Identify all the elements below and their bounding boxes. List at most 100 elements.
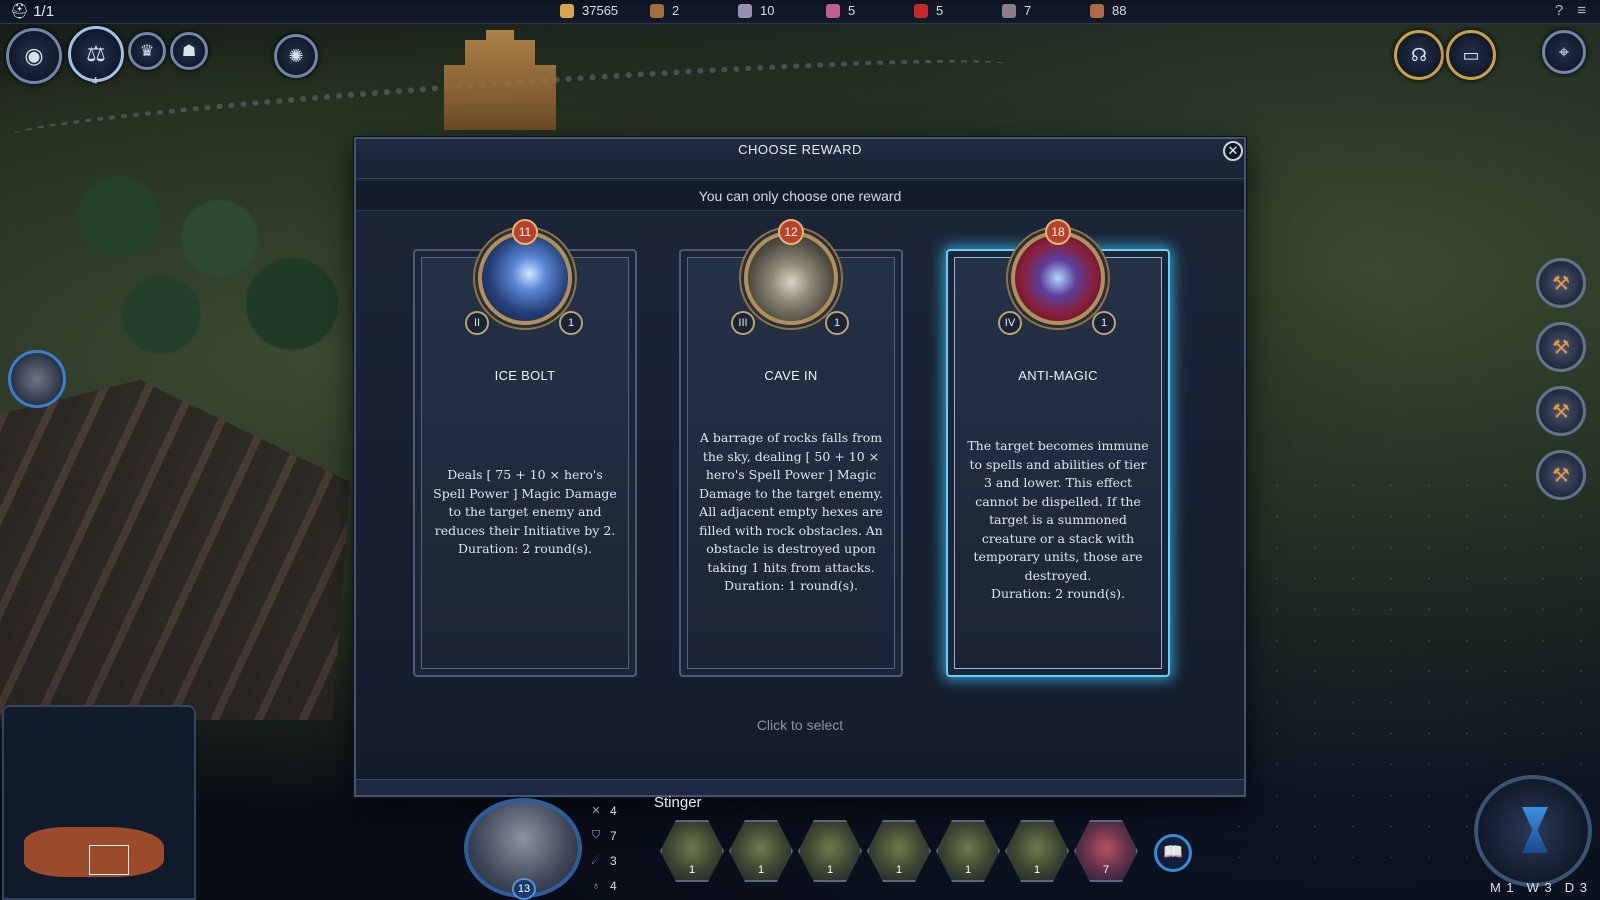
hammer-icon: ⚒ bbox=[1552, 272, 1570, 295]
hero-portrait-side[interactable] bbox=[8, 350, 66, 408]
hood-icon: ☗ bbox=[181, 43, 197, 60]
anti-magic-icon bbox=[1011, 231, 1105, 325]
cave-in-icon bbox=[744, 231, 838, 325]
resource-crystal[interactable]: 5 bbox=[914, 3, 1002, 18]
army-slot-7[interactable]: 7 bbox=[1074, 820, 1138, 882]
resource-ore[interactable]: 10 bbox=[738, 3, 826, 18]
hero-level-badge: 13 bbox=[512, 878, 536, 900]
game-date: M 1 W 3 D 3 bbox=[1489, 880, 1588, 895]
stat-attack: ✕ 4 bbox=[591, 803, 617, 818]
town-slot-4[interactable]: ⚒ bbox=[1536, 450, 1586, 500]
topbar-actions: ? ≡ bbox=[1555, 2, 1586, 19]
population-icon bbox=[1090, 3, 1104, 18]
army-slot-6[interactable]: 1 bbox=[1005, 820, 1069, 882]
hammer-icon: ⚒ bbox=[1552, 336, 1570, 359]
faction-button[interactable]: ☗ bbox=[170, 32, 208, 70]
map-mountains bbox=[0, 380, 350, 720]
card-title: ANTI-MAGIC bbox=[1018, 368, 1098, 383]
mercury-icon bbox=[1002, 3, 1016, 18]
minimap-viewport[interactable] bbox=[89, 845, 129, 875]
spell-level-badge: 12 bbox=[778, 219, 804, 245]
ore-icon bbox=[738, 3, 752, 18]
spell-power-icon: ☄ bbox=[591, 855, 601, 867]
resource-bar: ⛑ 1/1 37565 2 10 5 5 7 88 ? ≡ bbox=[0, 0, 1600, 24]
town-slot-2[interactable]: ⚒ bbox=[1536, 322, 1586, 372]
spell-level-badge: 18 bbox=[1045, 219, 1071, 245]
wood-icon bbox=[650, 3, 664, 18]
gems-icon bbox=[826, 3, 840, 18]
spellbook-button[interactable]: 📖 bbox=[1154, 834, 1192, 872]
screen-button[interactable]: ▭ bbox=[1446, 30, 1496, 80]
balance-button[interactable]: ⚖ bbox=[68, 26, 124, 82]
town-slot-1[interactable]: ⚒ bbox=[1536, 258, 1586, 308]
stat-defense: ⛉ 7 bbox=[591, 828, 617, 843]
reward-card-anti-magic[interactable]: 18 IV 1 ANTI-MAGIC The target becomes im… bbox=[946, 219, 1170, 677]
swords-icon: ✕ bbox=[591, 805, 601, 817]
army-slot-3[interactable]: 1 bbox=[798, 820, 862, 882]
map-castle[interactable] bbox=[444, 30, 556, 130]
helmet-icon: ⛑ bbox=[10, 3, 30, 20]
knowledge-icon: ♁ bbox=[591, 879, 601, 892]
hammer-icon: ⚒ bbox=[1552, 400, 1570, 423]
spell-tier-badge: III bbox=[731, 311, 755, 335]
spell-cost-badge: 1 bbox=[825, 311, 849, 335]
reward-card-cave-in[interactable]: 12 III 1 CAVE IN A barrage of rocks fall… bbox=[679, 219, 903, 677]
dialog-hint: Click to select bbox=[756, 717, 844, 733]
pin-icon: ⌖ bbox=[1558, 41, 1570, 62]
eye-icon: ◉ bbox=[24, 43, 44, 68]
monitor-icon: ▭ bbox=[1462, 44, 1480, 65]
army-slot-2[interactable]: 1 bbox=[729, 820, 793, 882]
close-button[interactable]: ✕ bbox=[1223, 141, 1243, 161]
dialog-title: CHOOSE REWARD bbox=[738, 142, 862, 157]
spell-cost-badge: 1 bbox=[559, 311, 583, 335]
bug-icon: ✺ bbox=[288, 45, 304, 66]
army-slot-5[interactable]: 1 bbox=[936, 820, 1000, 882]
resource-population[interactable]: 88 bbox=[1090, 3, 1178, 18]
bug-report-button[interactable]: ✺ bbox=[274, 34, 318, 78]
balance-badge: 4 bbox=[92, 76, 98, 87]
minimap[interactable] bbox=[2, 705, 196, 900]
spell-tier-badge: IV bbox=[998, 311, 1022, 335]
map-forest bbox=[60, 150, 350, 370]
resource-gems[interactable]: 5 bbox=[826, 3, 914, 18]
dialog-header: CHOOSE REWARD ✕ bbox=[356, 139, 1244, 179]
crown-icon: ♛ bbox=[139, 43, 155, 60]
book-icon: 📖 bbox=[1163, 844, 1183, 861]
card-description: The target becomes immune to spells and … bbox=[967, 438, 1149, 601]
army-slot-1[interactable]: 1 bbox=[660, 820, 724, 882]
hourglass-icon bbox=[1522, 807, 1548, 853]
army-slot-4[interactable]: 1 bbox=[867, 820, 931, 882]
audio-button[interactable]: ☊ bbox=[1394, 30, 1444, 80]
hero-name: Stinger bbox=[654, 794, 702, 811]
hammer-icon: ⚒ bbox=[1552, 464, 1570, 487]
headphones-icon: ☊ bbox=[1411, 44, 1427, 65]
army-slots: 1 1 1 1 1 1 7 bbox=[660, 820, 1138, 882]
resource-mercury[interactable]: 7 bbox=[1002, 3, 1090, 18]
resource-gold[interactable]: 37565 bbox=[560, 3, 650, 18]
army-panel: 13 ✕ 4 ⛉ 7 ☄ 3 ♁ 4 Stinger 1 1 1 1 1 1 7 📖 bbox=[464, 790, 1192, 900]
spell-level-badge: 11 bbox=[512, 219, 538, 245]
reward-card-ice-bolt[interactable]: 11 II 1 ICE BOLT Deals [ 75 + 10 × hero'… bbox=[413, 219, 637, 677]
resource-list: 37565 2 10 5 5 7 88 bbox=[560, 3, 1178, 18]
stat-knowledge: ♁ 4 bbox=[591, 878, 617, 893]
stat-spell-power: ☄ 3 bbox=[591, 853, 617, 868]
card-description: Deals [ 75 + 10 × hero's Spell Power ] M… bbox=[433, 467, 617, 556]
dialog-subtitle: You can only choose one reward bbox=[356, 181, 1244, 211]
menu-icon[interactable]: ≡ bbox=[1577, 2, 1586, 19]
map-pin-button[interactable]: ⌖ bbox=[1542, 30, 1586, 74]
card-description: A barrage of rocks falls from the sky, d… bbox=[698, 430, 884, 593]
card-title: ICE BOLT bbox=[494, 368, 556, 383]
hero-count: ⛑ 1/1 bbox=[10, 3, 55, 20]
view-toggle-button[interactable]: ◉ bbox=[6, 28, 62, 84]
spell-cost-badge: 1 bbox=[1092, 311, 1116, 335]
ice-bolt-icon bbox=[478, 231, 572, 325]
end-turn-button[interactable] bbox=[1474, 775, 1592, 887]
choose-reward-dialog: CHOOSE REWARD ✕ You can only choose one … bbox=[354, 137, 1246, 797]
hero-stats: ✕ 4 ⛉ 7 ☄ 3 ♁ 4 bbox=[590, 798, 617, 898]
crown-button[interactable]: ♛ bbox=[128, 32, 166, 70]
town-slot-3[interactable]: ⚒ bbox=[1536, 386, 1586, 436]
help-icon[interactable]: ? bbox=[1555, 2, 1563, 19]
resource-wood[interactable]: 2 bbox=[650, 3, 738, 18]
gold-coins-icon bbox=[560, 3, 574, 18]
card-title: CAVE IN bbox=[764, 368, 818, 383]
